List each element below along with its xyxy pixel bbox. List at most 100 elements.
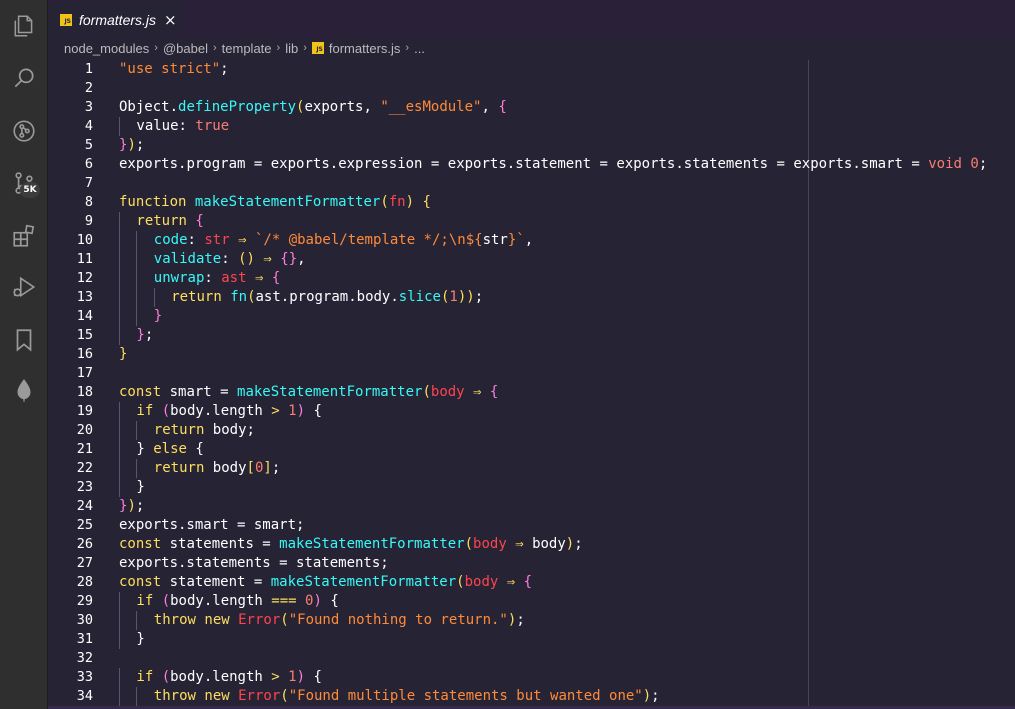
line-number: 3 bbox=[84, 99, 93, 115]
code-token: unwrap bbox=[153, 270, 205, 286]
code-token: const bbox=[119, 536, 162, 552]
leaf-icon[interactable] bbox=[10, 376, 38, 404]
code-line[interactable]: 23} bbox=[48, 478, 1015, 497]
code-line[interactable]: 11 validate: () ⇒ {}, bbox=[48, 250, 1015, 269]
code-line[interactable]: 33 if (body.length > 1) { bbox=[48, 668, 1015, 687]
line-number: 8 bbox=[84, 194, 93, 210]
code-line[interactable]: 15}; bbox=[48, 326, 1015, 345]
code-line[interactable]: 6 exports.program = exports.expression = … bbox=[48, 155, 1015, 174]
breadcrumb-segment[interactable]: lib bbox=[285, 41, 298, 56]
code-line[interactable]: 32 bbox=[48, 649, 1015, 668]
code-token: makeStatementFormatter bbox=[237, 384, 423, 400]
breadcrumb-segment[interactable]: @babel bbox=[163, 41, 208, 56]
code-token: new bbox=[204, 612, 230, 628]
code-line[interactable]: 2 bbox=[48, 79, 1015, 98]
code-token: fn bbox=[230, 289, 248, 305]
code-line[interactable]: 5}); bbox=[48, 136, 1015, 155]
code-token: } bbox=[119, 346, 128, 362]
code-token: smart bbox=[860, 156, 903, 172]
code-text: } bbox=[119, 345, 127, 364]
code-line[interactable]: 29 if (body.length === 0) { bbox=[48, 592, 1015, 611]
line-number: 2 bbox=[84, 80, 93, 96]
code-line[interactable]: 12 unwrap: ast ⇒ { bbox=[48, 269, 1015, 288]
code-token: exports bbox=[119, 156, 179, 172]
code-token: } bbox=[136, 327, 145, 343]
code-token: validate bbox=[153, 251, 222, 267]
breadcrumb-file[interactable]: JS formatters.js bbox=[311, 41, 400, 56]
line-number: 1 bbox=[84, 61, 93, 77]
code-line[interactable]: 30 throw new Error("Found nothing to retu… bbox=[48, 611, 1015, 630]
code-editor[interactable]: 1 "use strict"; 2 3 Object.defineProperty(ex… bbox=[48, 58, 1015, 706]
code-token: statement bbox=[515, 156, 592, 172]
indent-guide bbox=[119, 611, 120, 630]
breadcrumb-segment[interactable]: template bbox=[222, 41, 272, 56]
code-line[interactable]: 18 const smart = makeStatementFormatter(b… bbox=[48, 383, 1015, 402]
run-debug-icon[interactable] bbox=[10, 273, 38, 301]
code-token: ⇒ bbox=[238, 232, 247, 248]
code-line[interactable]: 10 code: str ⇒ `/* @babel/template */;\n$… bbox=[48, 231, 1015, 250]
code-line[interactable]: 22 return body[0]; bbox=[48, 459, 1015, 478]
files-icon[interactable] bbox=[10, 12, 38, 40]
code-token: body.length bbox=[170, 669, 272, 685]
breadcrumb-segment[interactable]: node_modules bbox=[64, 41, 149, 56]
code-text: }); bbox=[119, 136, 144, 155]
code-token: body.length bbox=[170, 403, 272, 419]
line-number: 18 bbox=[76, 384, 93, 400]
code-line[interactable]: 19 if (body.length > 1) { bbox=[48, 402, 1015, 421]
code-line[interactable]: 13 return fn(ast.program.body.slice(1)); bbox=[48, 288, 1015, 307]
code-line[interactable]: 3 Object.defineProperty(exports, "__esMod… bbox=[48, 98, 1015, 117]
line-number: 31 bbox=[76, 631, 93, 647]
code-token: throw bbox=[153, 612, 196, 628]
code-token: return bbox=[153, 460, 205, 476]
indent-guide bbox=[119, 117, 120, 136]
code-text: Object.defineProperty(exports, "__esModu… bbox=[119, 98, 507, 117]
code-token: ( bbox=[422, 384, 431, 400]
search-icon[interactable] bbox=[10, 64, 38, 92]
line-number: 33 bbox=[76, 669, 93, 685]
indent-guide bbox=[136, 687, 138, 706]
code-line[interactable]: 14} bbox=[48, 307, 1015, 326]
code-line[interactable]: 28 const statement = makeStatementFormatt… bbox=[48, 573, 1015, 592]
code-line[interactable]: 1 "use strict"; bbox=[48, 60, 1015, 79]
code-line[interactable]: 31} bbox=[48, 630, 1015, 649]
code-line[interactable]: 4 value: true bbox=[48, 117, 1015, 136]
code-line[interactable]: 7 bbox=[48, 174, 1015, 193]
breadcrumb-segment[interactable]: ... bbox=[414, 41, 425, 56]
code-text: throw new Error("Found nothing to return… bbox=[154, 611, 525, 630]
code-text: } bbox=[136, 478, 144, 497]
code-line[interactable]: 9 return { bbox=[48, 212, 1015, 231]
extensions-icon[interactable] bbox=[10, 222, 38, 250]
code-text: return body; bbox=[154, 421, 255, 440]
code-line[interactable]: 16} bbox=[48, 345, 1015, 364]
code-token: } bbox=[136, 631, 145, 647]
code-line[interactable]: 8 function makeStatementFormatter(fn) { bbox=[48, 193, 1015, 212]
close-icon[interactable]: × bbox=[164, 12, 177, 28]
code-line[interactable]: 34 throw new Error("Found multiple statem… bbox=[48, 687, 1015, 706]
bookmark-icon[interactable] bbox=[10, 326, 38, 354]
code-token: } bbox=[153, 308, 163, 324]
code-line[interactable]: 21} else { bbox=[48, 440, 1015, 459]
code-line[interactable]: 26 const statements = makeStatementFormat… bbox=[48, 535, 1015, 554]
code-line[interactable]: 24}); bbox=[48, 497, 1015, 516]
indent-guide bbox=[119, 250, 120, 269]
code-line[interactable]: 17 bbox=[48, 364, 1015, 383]
code-token: "Found multiple statements but wanted on… bbox=[288, 688, 643, 704]
code-line[interactable]: 20 return body; bbox=[48, 421, 1015, 440]
code-line[interactable]: 27 exports.statements = statements; bbox=[48, 554, 1015, 573]
line-number: 32 bbox=[76, 650, 93, 666]
code-token: : bbox=[187, 232, 205, 248]
code-token: { bbox=[523, 574, 533, 590]
source-control-history-icon[interactable] bbox=[10, 117, 38, 145]
code-line[interactable]: 25 exports.smart = smart; bbox=[48, 516, 1015, 535]
line-number: 11 bbox=[76, 251, 93, 267]
tab-formatters-js[interactable]: JS formatters.js × bbox=[48, 0, 182, 38]
code-token: return bbox=[171, 289, 222, 305]
code-text: validate: () ⇒ {}, bbox=[154, 250, 306, 269]
